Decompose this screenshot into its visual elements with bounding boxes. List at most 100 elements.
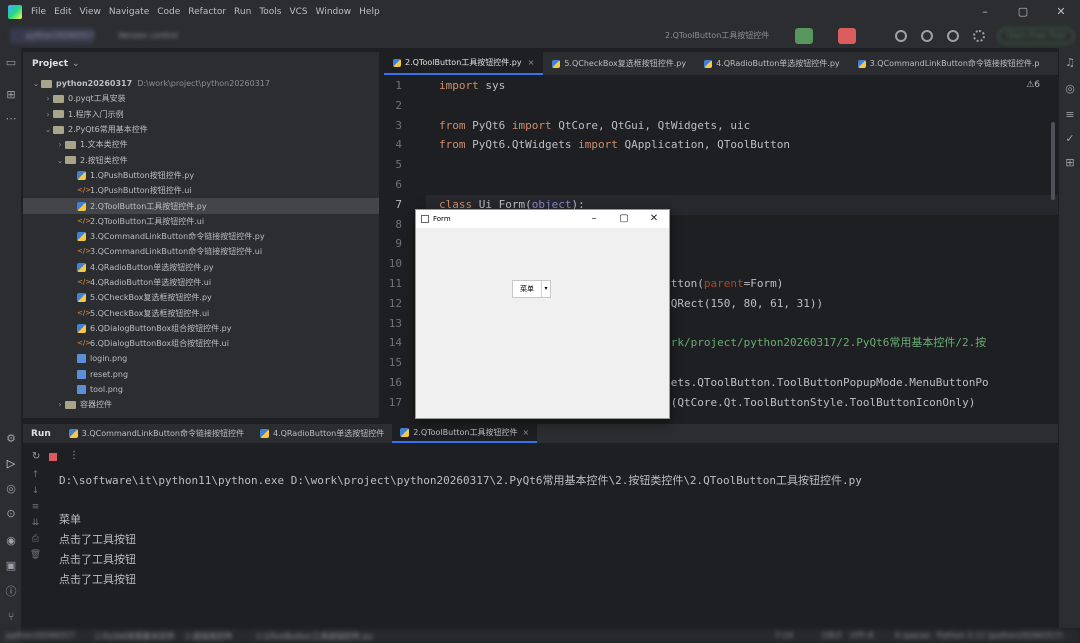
- minimize-button[interactable]: –: [966, 0, 1004, 24]
- indent-setting[interactable]: 4 spaces: [895, 631, 930, 640]
- scroll-down-icon[interactable]: ↓: [23, 486, 48, 502]
- project-tree-item[interactable]: › 1.程序入门示例: [23, 107, 379, 122]
- chevron-right-icon[interactable]: ›: [55, 140, 65, 149]
- editor-scrollbar[interactable]: [1051, 122, 1055, 200]
- python-console-icon[interactable]: ◎: [4, 482, 18, 496]
- file-encoding[interactable]: UTF-8: [850, 631, 873, 640]
- breadcrumb-file[interactable]: 2.QToolButton工具按钮控件.py: [256, 631, 373, 642]
- project-tree-item[interactable]: </> 1.QPushButton按钮控件.ui: [23, 183, 379, 198]
- close-button[interactable]: ✕: [1042, 0, 1080, 24]
- structure-icon[interactable]: ⊞: [1063, 156, 1077, 170]
- chevron-right-icon[interactable]: ›: [43, 94, 53, 103]
- dropdown-arrow-icon[interactable]: ▾: [541, 281, 550, 297]
- print-icon[interactable]: ⎙: [23, 534, 48, 550]
- settings-gear-icon[interactable]: [973, 30, 985, 42]
- chevron-down-icon[interactable]: ⌄: [55, 156, 65, 165]
- tab-qradiobutton[interactable]: 4.QRadioButton单选按钮控件.py: [695, 52, 849, 75]
- services-icon[interactable]: ◉: [4, 534, 18, 548]
- maximize-button[interactable]: ▢: [1004, 0, 1042, 24]
- menu-tool-button[interactable]: 菜单 ▾: [512, 280, 551, 298]
- search-icon[interactable]: [947, 30, 959, 42]
- project-tree-item[interactable]: 2.QToolButton工具按钮控件.py: [23, 198, 379, 214]
- git-icon[interactable]: ⑂: [4, 610, 18, 624]
- project-tree-item[interactable]: 1.QPushButton按钮控件.py: [23, 168, 379, 183]
- menu-view[interactable]: View: [80, 7, 101, 17]
- clear-trash-icon[interactable]: 🗑: [23, 550, 48, 566]
- scroll-to-end-icon[interactable]: ⇊: [23, 518, 48, 534]
- form-maximize-button[interactable]: ▢: [609, 210, 639, 228]
- sciview-icon[interactable]: ✓: [1063, 132, 1077, 146]
- project-tree-item[interactable]: </> 5.QCheckBox复选框按钮控件.ui: [23, 305, 379, 320]
- project-tree-item[interactable]: </> 6.QDialogButtonBox组合按钮控件.ui: [23, 336, 379, 351]
- project-tree-item[interactable]: ⌄ 2.PyQt6常用基本控件: [23, 122, 379, 137]
- project-tree-item[interactable]: › 1.文本类控件: [23, 137, 379, 152]
- stop-icon[interactable]: [838, 28, 856, 44]
- project-tree-item[interactable]: › 容器控件: [23, 397, 379, 412]
- problems-icon[interactable]: ⊙: [4, 507, 18, 521]
- project-tree-item[interactable]: ⌄ python20260317 D:\work\project\python202…: [23, 76, 379, 91]
- form-minimize-button[interactable]: –: [579, 210, 609, 228]
- project-tree-item[interactable]: tool.png: [23, 382, 379, 397]
- project-tree-item[interactable]: 5.QCheckBox复选框按钮控件.py: [23, 290, 379, 305]
- menu-run[interactable]: Run: [234, 7, 251, 17]
- chevron-down-icon[interactable]: ⌄: [43, 125, 53, 134]
- vcs-widget[interactable]: Version control: [118, 28, 178, 44]
- form-close-button[interactable]: ✕: [639, 210, 669, 228]
- project-tree-item[interactable]: login.png: [23, 351, 379, 366]
- menu-refactor[interactable]: Refactor: [188, 7, 226, 17]
- project-tree-item[interactable]: › 0.pyqt工具安装: [23, 91, 379, 106]
- run-tab-qradiobutton[interactable]: 4.QRadioButton单选按钮控件: [252, 424, 392, 443]
- run-tool-icon[interactable]: ▷: [4, 457, 18, 471]
- line-separator[interactable]: CRLF: [822, 631, 842, 640]
- project-widget[interactable]: python20260317: [10, 28, 95, 44]
- close-tab-icon[interactable]: ×: [522, 428, 529, 437]
- chevron-right-icon[interactable]: ›: [43, 110, 53, 119]
- python-packages-icon[interactable]: ⚙: [4, 432, 18, 446]
- menu-navigate[interactable]: Navigate: [109, 7, 149, 17]
- more-options-icon[interactable]: ⋮: [69, 450, 79, 461]
- database-icon[interactable]: ≡: [1063, 108, 1077, 122]
- account-icon[interactable]: [921, 30, 933, 42]
- more-tools-icon[interactable]: ⋯: [4, 112, 18, 126]
- menu-code[interactable]: Code: [157, 7, 180, 17]
- chevron-right-icon[interactable]: ›: [55, 400, 65, 409]
- run-tab-qtoolbutton[interactable]: 2.QToolButton工具按钮控件 ×: [392, 424, 538, 443]
- breadcrumb-subfolder[interactable]: 2.按钮类控件: [185, 631, 233, 642]
- info-icon[interactable]: ⓘ: [4, 585, 18, 599]
- tab-qcheckbox[interactable]: 5.QCheckBox复选框按钮控件.py: [543, 52, 695, 75]
- start-free-trial-button[interactable]: Start Free Trial: [998, 28, 1074, 44]
- python-interpreter[interactable]: Python 3.11 (python20260317): [937, 631, 1063, 640]
- stop-run-icon[interactable]: [49, 453, 57, 461]
- inspection-warnings[interactable]: ⚠6: [1026, 80, 1040, 90]
- run-icon[interactable]: [795, 28, 813, 44]
- project-tree-item[interactable]: 3.QCommandLinkButton命令链接按钮控件.py: [23, 229, 379, 244]
- terminal-icon[interactable]: ▣: [4, 559, 18, 573]
- soft-wrap-icon[interactable]: ≡: [23, 502, 48, 518]
- caret-position[interactable]: 7:14: [775, 631, 793, 640]
- chevron-down-icon[interactable]: ⌄: [31, 79, 41, 88]
- project-tree-item[interactable]: ⌄ 2.按钮类控件: [23, 152, 379, 167]
- project-tool-icon[interactable]: ▭: [4, 56, 18, 70]
- project-tree-item[interactable]: </> 3.QCommandLinkButton命令链接按钮控件.ui: [23, 244, 379, 259]
- menu-edit[interactable]: Edit: [54, 7, 71, 17]
- menu-tools[interactable]: Tools: [259, 7, 281, 17]
- plugin-icon[interactable]: [895, 30, 907, 42]
- menu-file[interactable]: File: [31, 7, 46, 17]
- project-tree-item[interactable]: </> 2.QToolButton工具按钮控件.ui: [23, 214, 379, 229]
- run-tab-qcommandlinkbutton[interactable]: 3.QCommandLinkButton命令链接按钮控件: [61, 424, 252, 443]
- project-tree-item[interactable]: </> 4.QRadioButton单选按钮控件.ui: [23, 275, 379, 290]
- menu-window[interactable]: Window: [316, 7, 352, 17]
- structure-tool-icon[interactable]: ⊞: [4, 88, 18, 102]
- menu-vcs[interactable]: VCS: [289, 7, 307, 17]
- tool-button-label[interactable]: 菜单: [513, 281, 541, 297]
- project-tree-item[interactable]: 4.QRadioButton单选按钮控件.py: [23, 260, 379, 275]
- project-panel-header[interactable]: Project ⌄: [23, 52, 379, 76]
- breadcrumb-project[interactable]: python20260317: [6, 631, 75, 640]
- ai-assistant-icon[interactable]: ◎: [1063, 82, 1077, 96]
- menu-help[interactable]: Help: [359, 7, 380, 17]
- form-title-bar[interactable]: Form – ▢ ✕: [416, 210, 669, 228]
- scroll-up-icon[interactable]: ↑: [23, 470, 48, 486]
- breadcrumb-folder[interactable]: 2.PyQt6常用基本控件: [95, 631, 175, 642]
- notifications-icon[interactable]: ♫: [1063, 56, 1077, 70]
- project-tree-item[interactable]: reset.png: [23, 367, 379, 382]
